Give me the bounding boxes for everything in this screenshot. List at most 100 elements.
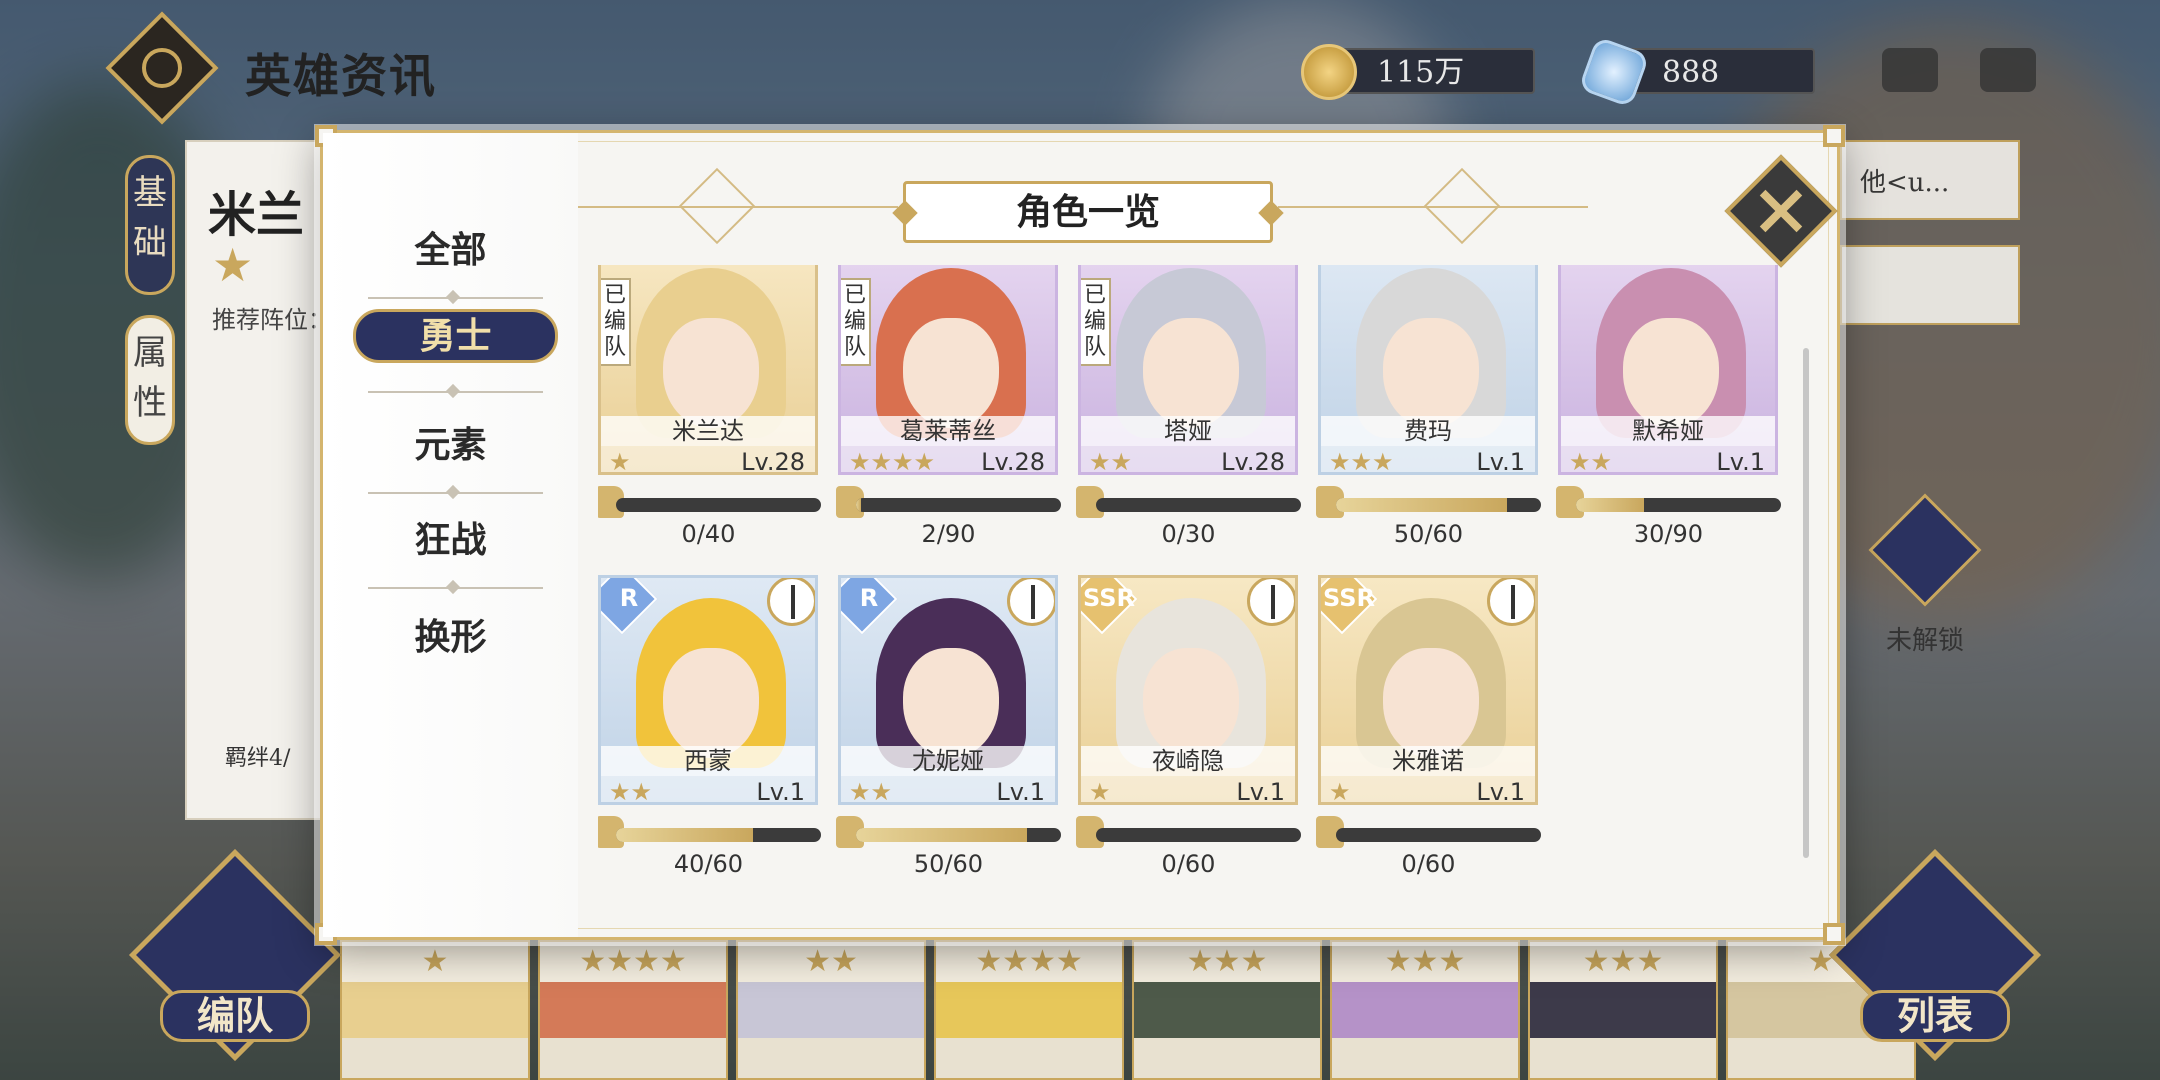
- character-name: 夜崎隐: [1081, 746, 1295, 776]
- character-face: [1383, 648, 1479, 758]
- character-name: 米雅诺: [1321, 746, 1535, 776]
- class-sword-icon: [1247, 578, 1295, 626]
- locked-slot[interactable]: 未解锁: [1845, 470, 2005, 700]
- character-card[interactable]: 西蒙 ★★ Lv.1 R: [598, 575, 818, 805]
- character-stats-row: ★★ Lv.1: [601, 776, 815, 805]
- class-sword-icon: [767, 578, 815, 626]
- character-face: [1143, 648, 1239, 758]
- in-team-tag: 已编队: [1081, 278, 1111, 366]
- strip-hero-card[interactable]: ★★★: [1132, 940, 1322, 1080]
- character-card[interactable]: 默希娅 ★★ Lv.1: [1558, 265, 1778, 475]
- progress-track: [1576, 498, 1781, 512]
- team-button[interactable]: 编队: [160, 990, 310, 1042]
- star-rating: ★: [1329, 778, 1351, 805]
- gold-amount: 115万: [1377, 55, 1465, 90]
- home-icon[interactable]: [1980, 48, 2036, 92]
- character-card[interactable]: 塔娅 ★★ Lv.28 已编队: [1078, 265, 1298, 475]
- character-name: 西蒙: [601, 746, 815, 776]
- character-level: Lv.28: [741, 448, 805, 475]
- progress-track: [1336, 498, 1541, 512]
- gold-currency[interactable]: 115万: [1301, 44, 1535, 100]
- star-rating: ★: [1089, 778, 1111, 805]
- strip-hero-card[interactable]: ★★★★: [934, 940, 1124, 1080]
- close-button[interactable]: [1724, 154, 1838, 268]
- shard-progress-bar: [836, 486, 1061, 518]
- category-0[interactable]: 全部: [323, 221, 578, 273]
- character-name: 默希娅: [1561, 416, 1775, 446]
- rarity-label: SSR: [1323, 584, 1375, 612]
- tab-attributes[interactable]: 属性: [125, 315, 175, 445]
- right-panel-button-2[interactable]: [1840, 245, 2020, 325]
- strip-hero-card[interactable]: ★★★: [1528, 940, 1718, 1080]
- character-face: [1383, 318, 1479, 428]
- character-name: 米兰达: [601, 416, 815, 446]
- strip-hero-stars: ★★★: [1332, 942, 1518, 982]
- progress-track: [1096, 498, 1301, 512]
- character-stats-row: ★★ Lv.1: [1561, 446, 1775, 475]
- character-stats-row: ★ Lv.1: [1321, 776, 1535, 805]
- strip-hero-stars: ★★★★: [540, 942, 726, 982]
- shard-progress-text: 50/60: [913, 850, 984, 878]
- category-separator: [368, 492, 543, 494]
- gem-currency[interactable]: 888: [1578, 36, 1815, 108]
- character-level: Lv.28: [1221, 448, 1285, 475]
- character-card[interactable]: 夜崎隐 ★ Lv.1 SSR: [1078, 575, 1298, 805]
- strip-hero-stars: ★★★★: [936, 942, 1122, 982]
- star-rating: ★★: [609, 778, 653, 805]
- shard-progress-bar: [1556, 486, 1781, 518]
- modal-corner: [1823, 125, 1845, 147]
- rarity-label: R: [859, 584, 879, 612]
- character-name: 费玛: [1321, 416, 1535, 446]
- character-name: 尤妮娅: [841, 746, 1055, 776]
- strip-hero-card[interactable]: ★★: [736, 940, 926, 1080]
- character-card[interactable]: 米兰达 ★ Lv.28 已编队: [598, 265, 818, 475]
- strip-hero-card[interactable]: ★★★★: [538, 940, 728, 1080]
- character-face: [1623, 318, 1719, 428]
- character-card[interactable]: 米雅诺 ★ Lv.1 SSR: [1318, 575, 1538, 805]
- gem-amount: 888: [1662, 55, 1720, 90]
- character-stats-row: ★ Lv.1: [1081, 776, 1295, 805]
- category-4[interactable]: 换形: [323, 608, 578, 660]
- shard-progress-bar: [1076, 816, 1301, 848]
- star-rating: ★★: [1569, 448, 1613, 475]
- progress-fill: [1576, 498, 1645, 512]
- star-rating: ★: [609, 448, 631, 475]
- gold-coin-icon: [1301, 44, 1357, 100]
- title-ornament: [678, 167, 756, 245]
- strip-hero-card[interactable]: ★: [340, 940, 530, 1080]
- shard-progress-text: 0/40: [681, 520, 736, 548]
- character-level: Lv.1: [1476, 778, 1525, 805]
- category-1[interactable]: 勇士: [353, 309, 558, 363]
- category-3[interactable]: 狂战: [323, 511, 578, 563]
- character-stats-row: ★★★★ Lv.28: [841, 446, 1055, 475]
- character-name: 葛莱蒂丝: [841, 416, 1055, 446]
- strip-hero-card[interactable]: ★★★: [1330, 940, 1520, 1080]
- in-team-tag: 已编队: [601, 278, 631, 366]
- star-rating: ★★: [849, 778, 893, 805]
- locked-label: 未解锁: [1885, 626, 1964, 656]
- progress-track: [616, 828, 821, 842]
- strip-hero-stars: ★★★: [1530, 942, 1716, 982]
- recommend-position-label: 推荐阵位：: [212, 306, 332, 334]
- grid-scrollbar[interactable]: [1803, 348, 1809, 858]
- character-stats-row: ★★ Lv.1: [841, 776, 1055, 805]
- hero-name: 米兰: [208, 187, 305, 243]
- right-panel-button[interactable]: 他<u...: [1840, 140, 2020, 220]
- star-rating: ★★: [1089, 448, 1133, 475]
- character-stats-row: ★★★ Lv.1: [1321, 446, 1535, 475]
- character-face: [1143, 318, 1239, 428]
- strip-hero-stars: ★★★: [1134, 942, 1320, 982]
- character-card[interactable]: 葛莱蒂丝 ★★★★ Lv.28 已编队: [838, 265, 1058, 475]
- shard-progress-text: 50/60: [1393, 520, 1464, 548]
- chat-icon[interactable]: [1882, 48, 1938, 92]
- right-panel-button-text: 他<u...: [1860, 168, 1950, 198]
- list-button[interactable]: 列表: [1860, 990, 2010, 1042]
- tab-basic[interactable]: 基础: [125, 155, 175, 295]
- page-title: 英雄资讯: [245, 49, 437, 103]
- category-2[interactable]: 元素: [323, 416, 578, 468]
- character-card[interactable]: 费玛 ★★★ Lv.1: [1318, 265, 1538, 475]
- character-card[interactable]: 尤妮娅 ★★ Lv.1 R: [838, 575, 1058, 805]
- star-rating: ★★★: [1329, 448, 1394, 475]
- character-level: Lv.28: [981, 448, 1045, 475]
- hero-star-rating: ★: [212, 238, 254, 292]
